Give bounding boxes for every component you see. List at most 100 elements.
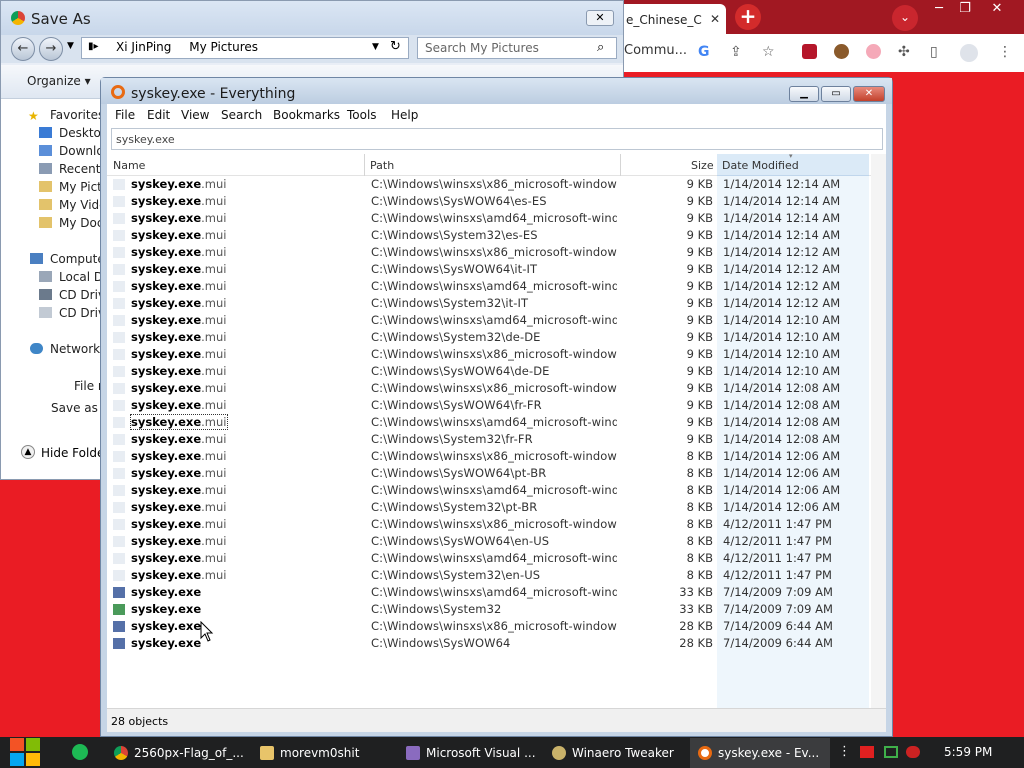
back-button[interactable]: ← [11,37,35,61]
new-tab-button[interactable]: + [735,4,761,30]
recent-locations-icon[interactable]: ▼ [67,41,74,51]
table-row[interactable]: syskey.exe.mui C:\Windows\winsxs\x86_micr… [107,176,871,193]
profile-icon[interactable] [960,44,978,62]
table-row[interactable]: syskey.exe.mui C:\Windows\winsxs\amd64_mi… [107,414,871,431]
table-row[interactable]: syskey.exe.mui C:\Windows\winsxs\x86_micr… [107,516,871,533]
table-row[interactable]: syskey.exe.mui C:\Windows\winsxs\amd64_mi… [107,312,871,329]
table-row[interactable]: syskey.exe.mui C:\Windows\System32\es-ES 9… [107,227,871,244]
tab-search-icon[interactable]: ⌄ [892,5,918,31]
spotify-icon[interactable] [72,744,88,760]
ublock-icon[interactable] [802,44,817,59]
table-row[interactable]: syskey.exe.mui C:\Windows\SysWOW64\pt-BR 8… [107,465,871,482]
refresh-icon[interactable]: ↻ [390,39,401,54]
tab-close-icon[interactable]: ✕ [710,12,720,26]
close-button[interactable]: ✕ [853,86,885,102]
table-row[interactable]: syskey.exe C:\Windows\winsxs\amd64_micros… [107,584,871,601]
minimize-button[interactable]: ▁ [789,86,819,102]
tree-item-recent[interactable]: Recent [39,162,100,176]
flag-tray-icon[interactable] [860,746,874,758]
address-bar[interactable]: ▮▸ Xi JinPing My Pictures ▼ ↻ [81,37,409,59]
table-row[interactable]: syskey.exe C:\Windows\winsxs\x86_microsof… [107,618,871,635]
table-row[interactable]: syskey.exe.mui C:\Windows\winsxs\x86_micr… [107,244,871,261]
taskbar-item-everything[interactable]: syskey.exe - Ev... [690,738,830,768]
overflow-icon[interactable]: ⋮ [838,744,851,759]
monitor-tray-icon[interactable] [884,746,898,758]
everything-titlebar: syskey.exe - Everything ▁ ▭ ✕ [101,78,892,104]
organize-button[interactable]: Organize ▾ [27,74,91,88]
share-icon[interactable]: ⇪ [730,44,742,60]
table-row[interactable]: syskey.exe.mui C:\Windows\SysWOW64\fr-FR 9… [107,397,871,414]
table-row[interactable]: syskey.exe.mui C:\Windows\SysWOW64\it-IT 9… [107,261,871,278]
table-row[interactable]: syskey.exe.mui C:\Windows\SysWOW64\en-US 8… [107,533,871,550]
taskbar-item-winaero[interactable]: Winaero Tweaker [544,738,684,768]
table-row[interactable]: syskey.exe C:\Windows\SysWOW64 28 KB 7/14/2… [107,635,871,652]
menu-icon[interactable]: ⋮ [998,44,1012,60]
file-icon [113,179,125,190]
chevron-up-icon[interactable]: ▲ [21,445,35,459]
bookmark-star-icon[interactable]: ☆ [762,44,775,60]
cd-drive-icon [39,289,52,300]
table-row[interactable]: syskey.exe.mui C:\Windows\winsxs\x86_micr… [107,346,871,363]
table-row[interactable]: syskey.exe.mui C:\Windows\System32\de-DE 9… [107,329,871,346]
menu-file[interactable]: File [115,108,135,122]
breadcrumb-folder[interactable]: My Pictures [189,40,258,54]
table-row[interactable]: syskey.exe.mui C:\Windows\System32\pt-BR 8… [107,499,871,516]
sidebar-icon[interactable]: ▯ [930,44,938,60]
close-button[interactable]: ✕ [586,10,614,26]
tree-item-documents[interactable]: My Doc [39,216,103,230]
bookmark-text[interactable]: Commu... [624,43,687,58]
vertical-scrollbar[interactable] [871,154,886,708]
puzzle-icon[interactable]: ✣ [898,44,910,60]
extension-icon[interactable] [866,44,881,59]
menu-help[interactable]: Help [391,108,418,122]
extension-avatar-icon[interactable] [834,44,849,59]
table-row[interactable]: syskey.exe C:\Windows\System32 33 KB 7/14/2… [107,601,871,618]
close-button[interactable]: ✕ [980,0,1014,18]
start-button[interactable] [10,738,42,768]
tree-item-local-disk[interactable]: Local D [39,270,103,284]
tree-item-downloads[interactable]: Downlo [39,144,104,158]
tree-item-cd-drive[interactable]: CD Driv [39,306,105,320]
menu-search[interactable]: Search [221,108,262,122]
tree-item-network[interactable]: Network [30,342,100,356]
tree-item-pictures[interactable]: My Pict [39,180,102,194]
menu-view[interactable]: View [181,108,209,122]
table-row[interactable]: syskey.exe.mui C:\Windows\winsxs\amd64_mi… [107,482,871,499]
table-row[interactable]: syskey.exe.mui C:\Windows\System32\en-US 8… [107,567,871,584]
clock[interactable]: 5:59 PM [944,745,992,759]
speaker-tray-icon[interactable] [906,746,920,758]
column-size[interactable]: Size [691,159,714,172]
table-row[interactable]: syskey.exe.mui C:\Windows\SysWOW64\de-DE 9… [107,363,871,380]
taskbar-item-visual-studio[interactable]: Microsoft Visual ... [398,738,538,768]
table-row[interactable]: syskey.exe.mui C:\Windows\winsxs\amd64_mi… [107,210,871,227]
table-row[interactable]: syskey.exe.mui C:\Windows\winsxs\amd64_mi… [107,550,871,567]
taskbar-item-chrome[interactable]: 2560px-Flag_of_... [106,738,246,768]
restore-button[interactable]: ❐ [948,0,982,18]
forward-button[interactable]: → [39,37,63,61]
column-divider[interactable] [364,154,365,176]
taskbar-item-folder[interactable]: morevm0shit [252,738,392,768]
table-row[interactable]: syskey.exe.mui C:\Windows\System32\it-IT 9… [107,295,871,312]
table-row[interactable]: syskey.exe.mui C:\Windows\System32\fr-FR 9… [107,431,871,448]
menu-edit[interactable]: Edit [147,108,170,122]
breadcrumb-user[interactable]: Xi JinPing [116,40,171,54]
tree-item-cd-drive[interactable]: CD Driv [39,288,105,302]
column-name[interactable]: Name [113,159,145,172]
table-row[interactable]: syskey.exe.mui C:\Windows\winsxs\x86_micr… [107,380,871,397]
table-row[interactable]: syskey.exe.mui C:\Windows\winsxs\x86_micr… [107,448,871,465]
column-path[interactable]: Path [370,159,394,172]
menu-tools[interactable]: Tools [347,108,377,122]
menu-bookmarks[interactable]: Bookmarks [273,108,340,122]
google-icon[interactable]: G [698,44,710,60]
table-row[interactable]: syskey.exe.mui C:\Windows\SysWOW64\es-ES 9… [107,193,871,210]
maximize-button[interactable]: ▭ [821,86,851,102]
table-row[interactable]: syskey.exe.mui C:\Windows\winsxs\amd64_mi… [107,278,871,295]
search-input[interactable]: syskey.exe [111,128,883,150]
search-icon[interactable]: ⌕ [597,40,604,55]
column-divider[interactable] [620,154,621,176]
tree-item-favorites[interactable]: ★ Favorites [28,108,104,123]
column-date-modified[interactable]: Date Modified ▾ [717,152,869,176]
search-input[interactable]: Search My Pictures [417,37,617,59]
browser-tab[interactable]: e_Chinese_C ✕ [618,4,726,34]
chevron-down-icon[interactable]: ▼ [372,42,379,52]
